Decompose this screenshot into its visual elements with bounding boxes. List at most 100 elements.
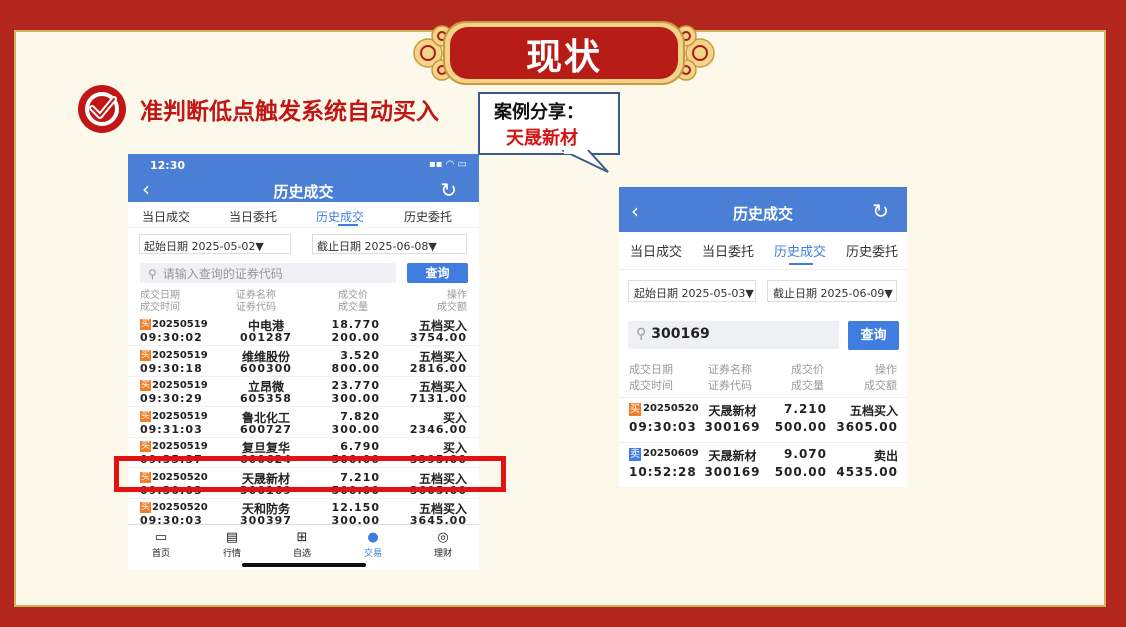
stock-code: 001287 — [240, 331, 292, 344]
tab-today-trades[interactable]: 当日成交 — [142, 208, 190, 225]
stock-name: 天晟新材 — [708, 449, 757, 463]
trade-price: 12.150 — [331, 501, 380, 514]
trade-time: 09:31:03 — [140, 422, 203, 436]
phone-screenshot-right: ‹ 历史成交 ↻ 当日成交 当日委托 历史成交 历史委托 起始日期 2025-0… — [619, 187, 907, 487]
col-header-price: 成交价 成交量 — [791, 363, 824, 392]
trade-date: 20250520 — [643, 403, 699, 414]
trade-amount: 3605.00 — [836, 420, 898, 434]
title-banner: 现状 — [408, 18, 720, 88]
tab-history-orders[interactable]: 历史委托 — [404, 208, 452, 225]
slide-heading: 准判断低点触发系统自动买入 — [140, 99, 439, 125]
start-date-select[interactable]: 起始日期 2025-05-03▼ — [628, 280, 756, 302]
trade-price: 9.070 — [784, 447, 827, 461]
trade-amount: 2816.00 — [409, 361, 467, 375]
stock-code: 605358 — [240, 392, 292, 405]
trade-quantity: 800.00 — [331, 361, 380, 375]
stock-name: 天晟新材 — [708, 404, 757, 418]
callout-tail-icon — [561, 150, 609, 173]
trade-time: 09:30:03 — [629, 420, 697, 434]
trade-side-badge: 买 — [140, 502, 152, 513]
nav-wealth[interactable]: ◎ 理财 — [423, 529, 463, 559]
table-row[interactable]: 买 20250519 09:30:02 中电港 001287 18.770 200.00 五档… — [128, 316, 479, 346]
nav-market[interactable]: ▤ 行情 — [212, 529, 252, 559]
home-indicator[interactable] — [242, 563, 366, 567]
trade-price: 3.520 — [340, 348, 380, 362]
app-title: 历史成交 — [732, 205, 793, 223]
trade-side-badge: 买 — [140, 349, 152, 361]
active-tab-indicator — [789, 263, 813, 265]
tab-today-orders[interactable]: 当日委托 — [229, 208, 277, 225]
tab-history-orders[interactable]: 历史委托 — [846, 241, 898, 260]
app-header: 12:30 ▪▪ ◠ ▭ ‹ 历史成交 ↻ — [128, 154, 479, 202]
tab-history-trades[interactable]: 历史成交 — [774, 241, 826, 260]
trade-date: 20250519 — [152, 410, 208, 422]
trade-price: 18.770 — [331, 318, 380, 331]
trade-date: 20250520 — [152, 502, 208, 513]
stock-code: 600727 — [240, 422, 292, 436]
tab-history-trades[interactable]: 历史成交 — [316, 208, 364, 225]
highlight-box — [114, 456, 506, 492]
trade-date: 20250519 — [152, 319, 208, 330]
table-row[interactable]: 买 20250520 09:30:03 天晟新材 300169 7.210 500.00 五档… — [619, 397, 907, 441]
trade-amount: 2346.00 — [409, 422, 467, 436]
trade-quantity: 500.00 — [774, 420, 827, 434]
col-header-name: 证券名称 证券代码 — [236, 290, 276, 313]
trade-price: 7.210 — [784, 402, 827, 416]
trade-price: 23.770 — [331, 379, 380, 392]
trade-date: 20250609 — [643, 448, 699, 459]
nav-trade[interactable]: ● 交易 — [353, 529, 393, 559]
table-row[interactable]: 买 20250519 09:30:29 立昂微 605358 23.770 300.00 五档… — [128, 377, 479, 407]
search-input[interactable]: ⚲ 300169 — [628, 321, 839, 349]
end-date-select[interactable]: 截止日期 2025-06-09▼ — [767, 280, 897, 302]
col-header-name: 证券名称 证券代码 — [708, 363, 752, 392]
trade-time: 09:30:02 — [140, 331, 203, 344]
tab-today-trades[interactable]: 当日成交 — [630, 241, 682, 260]
trade-quantity: 200.00 — [331, 331, 380, 344]
home-icon: ▭ — [154, 530, 168, 545]
refresh-icon[interactable]: ↻ — [872, 199, 889, 223]
app-title: 历史成交 — [273, 183, 334, 201]
nav-home[interactable]: ▭ 首页 — [141, 529, 181, 559]
end-date-select[interactable]: 截止日期 2025-06-08▼ — [312, 234, 467, 254]
callout-stock-name: 天晟新材 — [506, 128, 578, 149]
search-input[interactable]: ⚲ 请输入查询的证券代码 — [140, 263, 396, 283]
trade-quantity: 500.00 — [774, 465, 827, 479]
chart-icon: ▤ — [225, 530, 239, 545]
tab-today-orders[interactable]: 当日委托 — [702, 241, 754, 260]
trade-side-badge: 买 — [629, 403, 641, 416]
nav-watchlist[interactable]: ⊞ 自选 — [282, 529, 322, 559]
search-icon: ⚲ — [636, 326, 647, 342]
trade-operation: 五档买入 — [849, 404, 898, 418]
checkmark-icon — [77, 84, 127, 134]
trade-icon: ● — [367, 530, 379, 545]
refresh-icon[interactable]: ↻ — [440, 178, 457, 202]
status-time: 12:30 — [150, 159, 186, 172]
trade-operation: 卖出 — [873, 449, 898, 463]
trade-time: 09:30:18 — [140, 361, 203, 375]
search-value: 300169 — [651, 326, 710, 342]
col-header-date: 成交日期 成交时间 — [629, 363, 673, 392]
table-row[interactable]: 买 20250519 09:30:18 维维股份 600300 3.520 800.00 五档… — [128, 347, 479, 377]
trade-side-badge: 买 — [140, 441, 152, 452]
query-button[interactable]: 查询 — [848, 321, 899, 350]
stock-code: 600300 — [240, 361, 292, 375]
col-header-op: 操作 成交额 — [864, 363, 897, 392]
search-placeholder: 请输入查询的证券代码 — [162, 267, 283, 281]
start-date-select[interactable]: 起始日期 2025-05-02▼ — [139, 234, 291, 254]
search-icon: ⚲ — [148, 267, 157, 281]
trade-amount: 3754.00 — [409, 331, 467, 344]
slide-title: 现状 — [525, 36, 602, 78]
active-tab-indicator — [338, 224, 358, 226]
app-header: ‹ 历史成交 ↻ — [619, 187, 907, 232]
table-row[interactable]: 卖 20250609 10:52:28 天晟新材 300169 9.070 500.00 卖出… — [619, 442, 907, 486]
query-button[interactable]: 查询 — [407, 263, 468, 283]
col-header-date: 成交日期 成交时间 — [140, 290, 180, 313]
table-row[interactable]: 买 20250519 09:31:03 鲁北化工 600727 7.820 300.00 买入… — [128, 408, 479, 438]
trade-quantity: 300.00 — [331, 392, 380, 405]
trade-side-badge: 买 — [140, 319, 152, 330]
trade-side-badge: 卖 — [629, 448, 641, 461]
battery-icon: ▪▪ ◠ ▭ — [428, 159, 467, 170]
trade-price: 7.820 — [340, 409, 380, 423]
trade-amount: 4535.00 — [836, 465, 898, 479]
callout-label: 案例分享： — [494, 102, 584, 123]
